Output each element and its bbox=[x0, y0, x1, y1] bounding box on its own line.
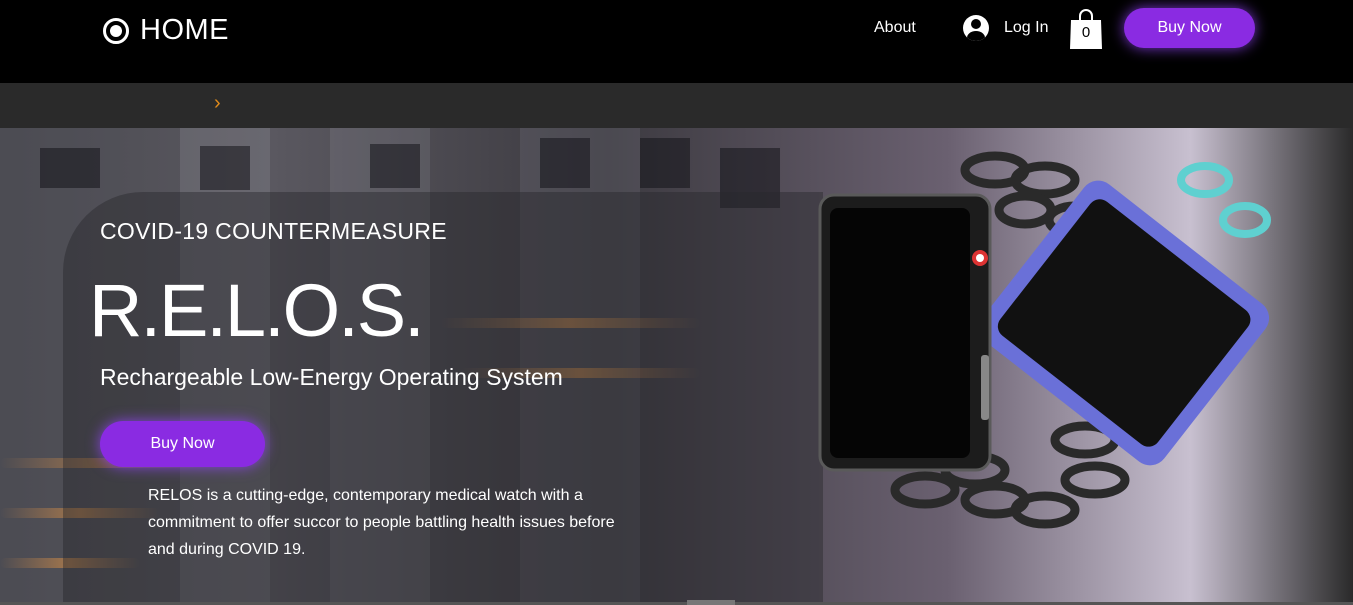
login-button[interactable]: Log In bbox=[963, 15, 1048, 41]
smartwatch-product-image bbox=[818, 151, 1271, 529]
hero-section: COVID-19 COUNTERMEASURE R.E.L.O.S. Recha… bbox=[0, 128, 1353, 602]
logo-circle-icon bbox=[103, 17, 129, 44]
site-header: HOME About Log In 0 Buy Now bbox=[0, 0, 1353, 83]
hero-headline: R.E.L.O.S. bbox=[89, 269, 425, 352]
background-window bbox=[40, 148, 100, 188]
cart-count: 0 bbox=[1081, 24, 1091, 41]
home-logo[interactable]: HOME bbox=[103, 14, 229, 47]
background-window bbox=[200, 146, 250, 190]
logo-text: HOME bbox=[140, 14, 229, 46]
header-buy-now-button[interactable]: Buy Now bbox=[1124, 8, 1255, 48]
login-label: Log In bbox=[1004, 19, 1049, 36]
hero-buy-now-button[interactable]: Buy Now bbox=[100, 421, 265, 467]
bottom-scrollbar-thumb[interactable] bbox=[687, 600, 735, 605]
hero-description: RELOS is a cutting-edge, contemporary me… bbox=[148, 487, 615, 558]
background-window bbox=[540, 138, 590, 188]
hero-subtitle: Rechargeable Low-Energy Operating System bbox=[100, 364, 563, 390]
background-window bbox=[640, 138, 690, 188]
nav-about-link[interactable]: About bbox=[874, 19, 916, 37]
user-icon bbox=[963, 15, 989, 41]
hero-eyebrow: COVID-19 COUNTERMEASURE bbox=[100, 218, 447, 244]
cart-button[interactable]: 0 bbox=[1069, 8, 1103, 50]
breadcrumb-bar: › bbox=[0, 83, 1353, 128]
background-window bbox=[370, 144, 420, 188]
chevron-right-icon[interactable]: › bbox=[214, 92, 221, 115]
